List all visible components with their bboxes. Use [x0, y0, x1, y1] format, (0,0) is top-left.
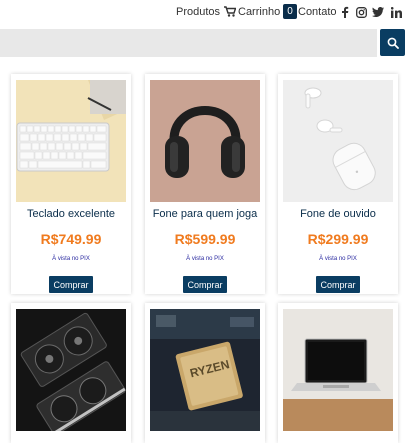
product-card: Fone de ouvido R$299.99 À vista no PIX C… [278, 74, 398, 294]
product-image-graphics-card[interactable] [16, 309, 126, 431]
product-image-headphones[interactable] [150, 80, 260, 202]
search-icon [387, 37, 399, 49]
product-price: R$599.99 [174, 231, 236, 247]
product-image-laptop[interactable] [283, 309, 393, 431]
payment-note: À vista no PIX [52, 256, 90, 262]
product-title: Fone para quem joga [152, 208, 258, 220]
product-card: Fone para quem joga R$599.99 À vista no … [145, 74, 265, 294]
product-title: Teclado excelente [26, 208, 116, 220]
cart-count-badge: 0 [283, 4, 297, 19]
product-image-keyboard[interactable] [16, 80, 126, 202]
nav-products-link[interactable]: Produtos [176, 6, 220, 18]
cart-link[interactable]: Carrinho 0 [224, 4, 297, 19]
search-input[interactable] [0, 29, 377, 57]
buy-button[interactable]: Comprar [183, 276, 227, 293]
product-card: Teclado excelente R$749.99 À vista no PI… [11, 74, 131, 294]
cart-label: Carrinho [238, 5, 281, 18]
product-price: R$299.99 [307, 231, 369, 247]
buy-button[interactable]: Comprar [49, 276, 93, 293]
cart-icon [224, 6, 236, 17]
product-title: Fone de ouvido [300, 208, 376, 220]
product-card [11, 303, 131, 443]
product-image-cpu[interactable]: RYZEN [150, 309, 260, 431]
product-price: R$749.99 [40, 231, 102, 247]
instagram-icon[interactable] [355, 6, 367, 18]
product-card [278, 303, 398, 443]
twitter-icon[interactable] [372, 6, 384, 18]
top-nav: Produtos Carrinho 0 Contato [0, 0, 420, 28]
payment-note: À vista no PIX [186, 256, 224, 262]
buy-button[interactable]: Comprar [316, 276, 360, 293]
product-card: RYZEN [145, 303, 265, 443]
nav-contact-link[interactable]: Contato [298, 6, 337, 18]
search-button[interactable] [380, 29, 405, 56]
facebook-icon[interactable] [339, 6, 351, 18]
linkedin-icon[interactable] [390, 6, 402, 18]
payment-note: À vista no PIX [319, 256, 357, 262]
product-image-earbuds[interactable] [283, 80, 393, 202]
